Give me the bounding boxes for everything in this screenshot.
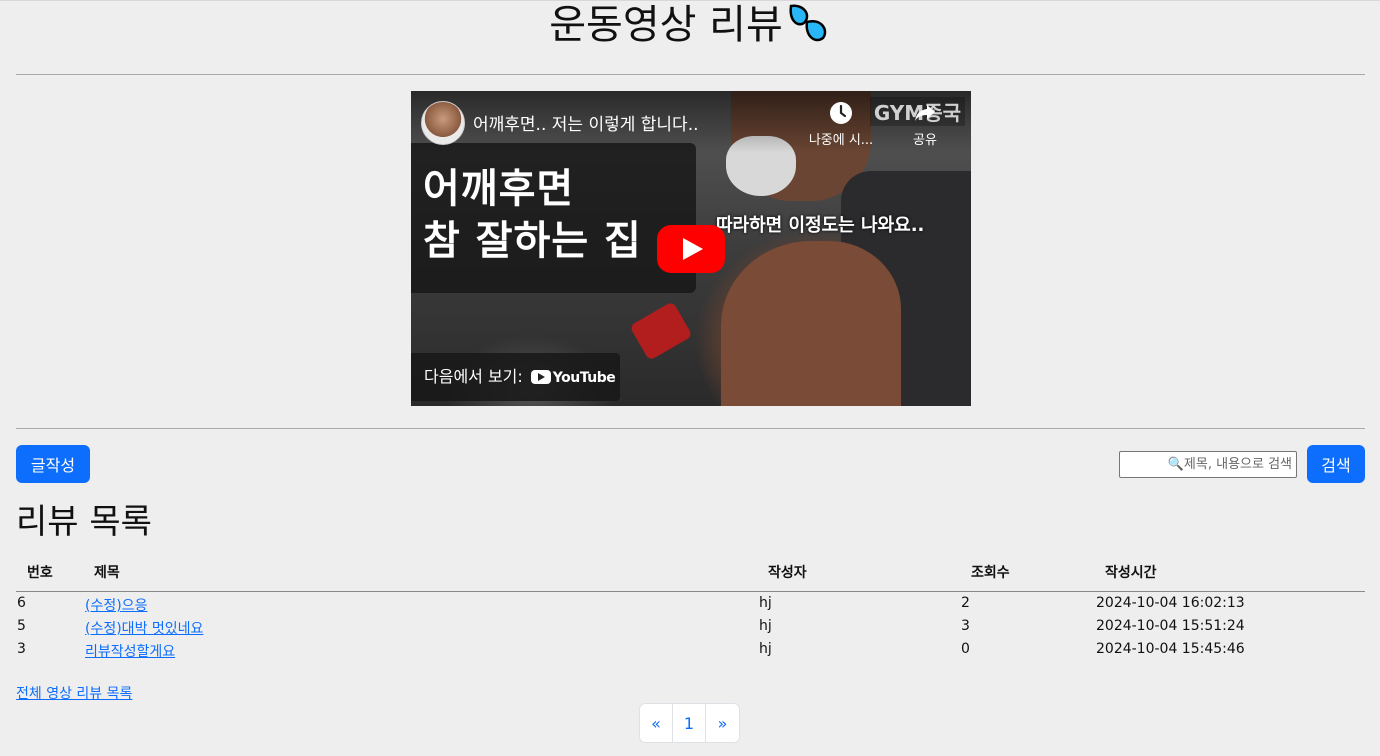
share-icon xyxy=(915,105,935,121)
pagination-page-1[interactable]: 1 xyxy=(673,704,706,742)
thumbnail-headline-line1: 어깨후면 xyxy=(423,166,575,212)
pagination: « 1 » xyxy=(639,703,740,743)
cell-time: 2024-10-04 15:51:24 xyxy=(1096,618,1245,634)
cell-number: 3 xyxy=(17,641,26,657)
cell-writer: hj xyxy=(759,618,772,634)
channel-avatar[interactable] xyxy=(421,101,465,145)
watch-on-label: 다음에서 보기: xyxy=(424,367,523,386)
pagination-prev[interactable]: « xyxy=(640,704,673,742)
review-title-link[interactable]: (수정)대박 멋있네요 xyxy=(85,621,203,637)
review-title-link[interactable]: 리뷰작성할게요 xyxy=(85,644,175,660)
table-header-rule xyxy=(16,591,1365,592)
clock-icon xyxy=(830,102,852,124)
page-title: 운동영상 리뷰 xyxy=(0,0,1380,54)
cell-views: 3 xyxy=(961,618,970,634)
share-label: 공유 xyxy=(913,133,937,148)
watch-later-button[interactable]: 나중에 시... xyxy=(806,101,876,148)
cell-writer: hj xyxy=(759,641,772,657)
youtube-logo-icon: YouTube xyxy=(530,354,616,402)
column-header-views: 조회수 xyxy=(971,565,1010,581)
play-button[interactable] xyxy=(657,225,725,273)
sweat-droplets-icon xyxy=(785,0,831,54)
cell-time: 2024-10-04 16:02:13 xyxy=(1096,595,1245,611)
cell-number: 5 xyxy=(17,618,26,634)
cell-title: (수정)대박 멋있네요 xyxy=(85,618,203,638)
divider-bottom xyxy=(16,428,1365,429)
column-header-number: 번호 xyxy=(27,565,53,581)
search-button[interactable]: 검색 xyxy=(1307,445,1365,483)
thumbnail-headline: 어깨후면 참 잘하는 집 xyxy=(423,163,642,267)
cell-time: 2024-10-04 15:45:46 xyxy=(1096,641,1245,657)
cell-number: 6 xyxy=(17,595,26,611)
share-button[interactable]: 공유 xyxy=(890,101,960,148)
thumbnail-arm xyxy=(721,241,901,406)
youtube-logo-text: YouTube xyxy=(552,369,616,386)
column-header-time: 작성시간 xyxy=(1105,565,1157,581)
cell-title: (수정)으응 xyxy=(85,595,147,615)
page-title-text: 운동영상 리뷰 xyxy=(549,2,783,48)
review-title-link[interactable]: (수정)으응 xyxy=(85,598,147,614)
column-header-title: 제목 xyxy=(94,565,120,581)
video-title[interactable]: 어깨후면.. 저는 이렇게 합니다.. xyxy=(473,110,699,135)
cell-writer: hj xyxy=(759,595,772,611)
cell-views: 2 xyxy=(961,595,970,611)
search-input[interactable] xyxy=(1119,451,1297,478)
divider-top xyxy=(16,74,1365,75)
watch-on-youtube[interactable]: 다음에서 보기: YouTube xyxy=(411,353,620,401)
all-reviews-link[interactable]: 전체 영상 리뷰 목록 xyxy=(16,683,132,703)
page: 운동영상 리뷰 어깨후면 참 잘하는 집 따라하면 이정도는 나와요.. GYM… xyxy=(0,0,1380,756)
watch-later-label: 나중에 시... xyxy=(808,133,874,148)
thumbnail-caption: 따라하면 이정도는 나와요.. xyxy=(716,215,925,236)
cell-views: 0 xyxy=(961,641,970,657)
review-list-title: 리뷰 목록 xyxy=(16,502,152,542)
pagination-next[interactable]: » xyxy=(706,704,739,742)
thumbnail-headline-line2: 참 잘하는 집 xyxy=(423,218,642,264)
cell-title: 리뷰작성할게요 xyxy=(85,641,175,661)
youtube-embed[interactable]: 어깨후면 참 잘하는 집 따라하면 이정도는 나와요.. GYM종국 어깨후면.… xyxy=(411,91,971,406)
column-header-writer: 작성자 xyxy=(768,565,807,581)
write-button[interactable]: 글작성 xyxy=(16,445,90,483)
